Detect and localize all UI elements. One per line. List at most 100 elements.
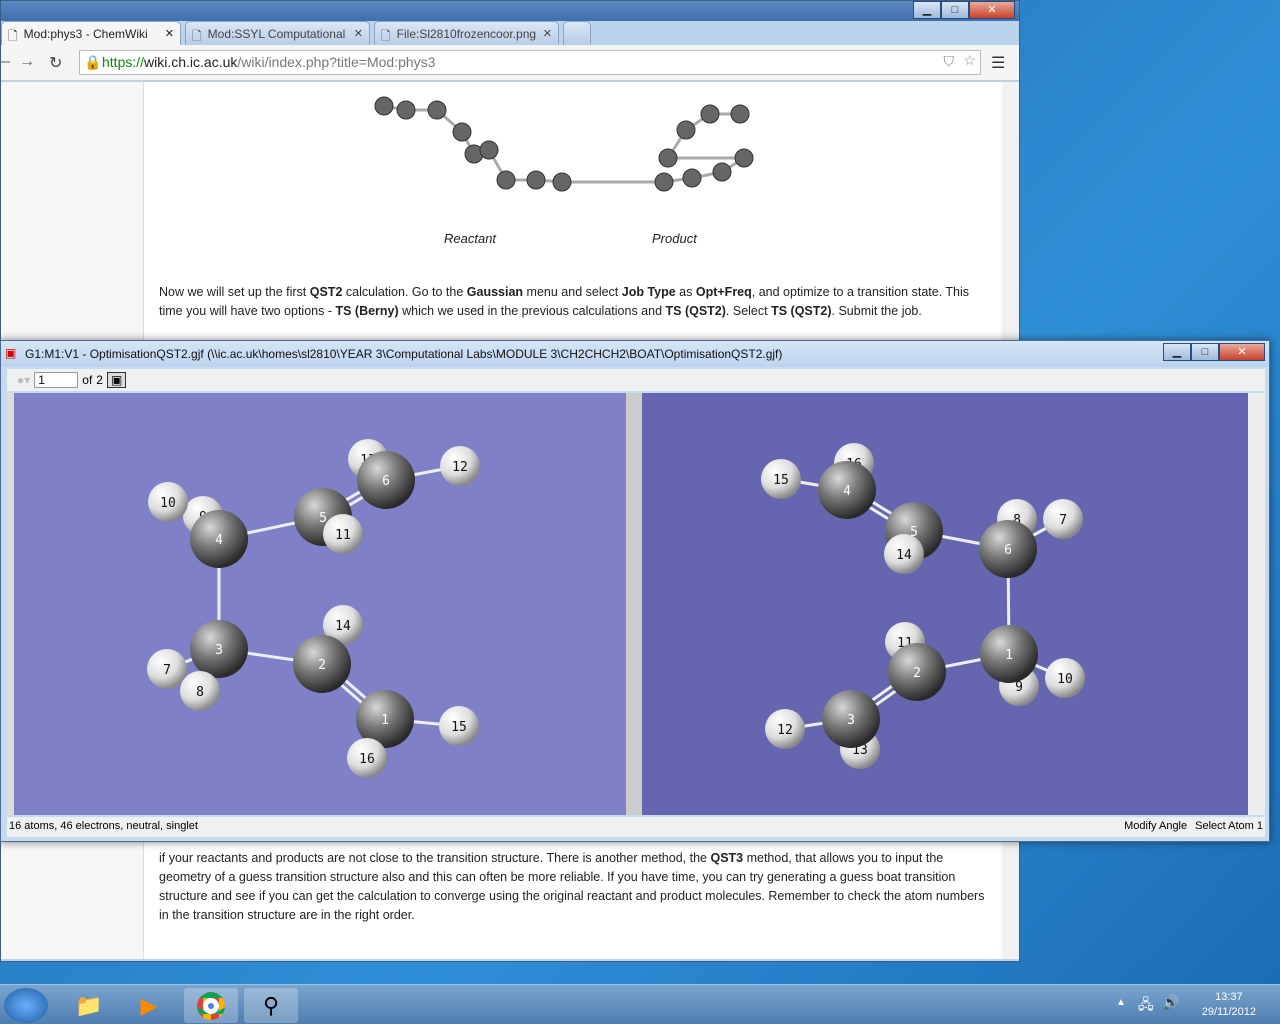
thumb-atom: [496, 170, 516, 190]
thumb-atom: [452, 122, 472, 142]
svg-text:7: 7: [1059, 513, 1067, 528]
tab-file[interactable]: 🗋 File:Sl2810frozencoor.png ✕: [374, 21, 559, 45]
svg-text:15: 15: [773, 473, 789, 488]
svg-text:14: 14: [335, 619, 351, 634]
svg-text:12: 12: [777, 723, 793, 738]
left-atom-12[interactable]: 12: [440, 446, 480, 486]
explorer-icon[interactable]: 📁: [62, 988, 116, 1023]
volume-icon[interactable]: 🔊: [1162, 994, 1179, 1011]
thumb-atom: [712, 162, 732, 182]
gaussview-taskbar-icon[interactable]: ⚲: [244, 988, 298, 1023]
thumb-atom: [676, 120, 696, 140]
left-atom-16[interactable]: 16: [347, 738, 387, 778]
close-tab-icon[interactable]: ✕: [165, 27, 174, 40]
media-player-icon[interactable]: ▶: [122, 988, 176, 1023]
qst3-paragraph: if your reactants and products are not c…: [159, 851, 985, 922]
left-atom-2[interactable]: 2: [293, 635, 351, 693]
maximize-button[interactable]: □: [941, 1, 969, 19]
reactant-caption: Reactant: [444, 231, 497, 246]
svg-text:2: 2: [318, 658, 326, 673]
reaction-image: [374, 96, 754, 192]
gv-maximize-button[interactable]: □: [1191, 343, 1219, 361]
close-tab-icon[interactable]: ✕: [354, 27, 363, 40]
right-atom-1[interactable]: 1: [980, 625, 1038, 683]
thumb-atom: [730, 104, 750, 124]
taskbar: 📁 ▶ ⚲ ▲ 🖧 🔊 13:37 29/11/2012: [0, 984, 1280, 1024]
right-atom-14[interactable]: 14: [884, 534, 924, 574]
left-atom-7[interactable]: 7: [147, 649, 187, 689]
left-atom-4[interactable]: 4: [190, 510, 248, 568]
right-view[interactable]: [642, 393, 1248, 815]
svg-text:10: 10: [1057, 672, 1073, 687]
left-atom-11[interactable]: 11: [323, 514, 363, 554]
thumb-atom: [526, 170, 546, 190]
network-icon[interactable]: 🖧: [1138, 994, 1154, 1018]
left-atom-10[interactable]: 10: [148, 482, 188, 522]
start-button[interactable]: [4, 988, 48, 1023]
tab-ssyl[interactable]: 🗋 Mod:SSYL Computational ✕: [185, 21, 370, 45]
reload-icon[interactable]: ↻: [49, 53, 62, 73]
right-atom-6[interactable]: 6: [979, 520, 1037, 578]
svg-text:12: 12: [452, 460, 468, 475]
right-atom-12[interactable]: 12: [765, 709, 805, 749]
right-atom-15[interactable]: 15: [761, 459, 801, 499]
gv-window-controls: ▁ □ ✕: [1163, 343, 1265, 361]
thumb-atom: [658, 148, 678, 168]
navigation-bar: ‒ → ↻ 🔒 https://wiki.ch.ic.ac.uk/wiki/in…: [1, 45, 1019, 81]
svg-text:2: 2: [913, 666, 921, 681]
molecule-index-spinner[interactable]: 1: [34, 372, 79, 388]
tab-phys3[interactable]: 🗋 Mod:phys3 - ChemWiki ✕: [1, 21, 181, 45]
status-bar: 16 atoms, 46 electrons, neutral, singlet…: [7, 817, 1265, 837]
thumb-atom: [396, 100, 416, 120]
product-caption: Product: [652, 231, 697, 246]
right-atom-10[interactable]: 10: [1045, 658, 1085, 698]
svg-text:4: 4: [215, 533, 223, 548]
svg-text:6: 6: [1004, 543, 1012, 558]
window-controls: ▁ □ ✕: [913, 1, 1015, 19]
gv-close-button[interactable]: ✕: [1219, 343, 1265, 361]
clock[interactable]: 13:37 29/11/2012: [1202, 990, 1256, 1020]
minimize-button[interactable]: ▁: [913, 1, 941, 19]
svg-text:16: 16: [359, 752, 375, 767]
molecule-dot-icon[interactable]: ●▾: [17, 373, 30, 387]
gaussview-window: ▣ G1:M1:V1 - OptimisationQST2.gjf (\\ic.a…: [0, 340, 1270, 842]
page-icon: 🗋: [192, 29, 202, 43]
svg-text:8: 8: [196, 685, 204, 700]
close-button[interactable]: ✕: [969, 1, 1015, 19]
close-tab-icon[interactable]: ✕: [543, 27, 552, 40]
left-atom-15[interactable]: 15: [439, 706, 479, 746]
svg-text:4: 4: [843, 484, 851, 499]
left-atom-6[interactable]: 6: [357, 451, 415, 509]
star-icon[interactable]: ☆: [963, 52, 976, 69]
address-bar[interactable]: 🔒 https://wiki.ch.ic.ac.uk/wiki/index.ph…: [79, 50, 981, 75]
left-view[interactable]: [14, 393, 626, 815]
svg-text:3: 3: [215, 643, 223, 658]
left-atom-8[interactable]: 8: [180, 671, 220, 711]
pane-splitter[interactable]: [626, 393, 642, 815]
svg-text:6: 6: [382, 474, 390, 489]
gv-toolbar: ●▾ 1 of 2 ▣: [7, 369, 1265, 391]
thumb-atom: [734, 148, 754, 168]
menu-icon[interactable]: ☰: [991, 53, 1005, 73]
svg-text:1: 1: [1005, 648, 1013, 663]
right-atom-3[interactable]: 3: [822, 690, 880, 748]
left-atom-3[interactable]: 3: [190, 620, 248, 678]
show-hidden-icons[interactable]: ▲: [1116, 997, 1126, 1008]
thumb-atom: [700, 104, 720, 124]
molecule-views[interactable]: 1396121045111437821161516815451476119211…: [7, 393, 1265, 815]
forward-icon[interactable]: →: [19, 53, 35, 71]
tab-strip: 🗋 Mod:phys3 - ChemWiki ✕ 🗋 Mod:SSYL Computa…: [1, 21, 595, 45]
new-tab-button[interactable]: [563, 21, 591, 45]
gv-minimize-button[interactable]: ▁: [1163, 343, 1191, 361]
view-scrollbar[interactable]: [1248, 393, 1265, 815]
back-icon[interactable]: ‒: [1, 53, 10, 71]
chrome-icon[interactable]: [184, 988, 238, 1023]
view-window-icon[interactable]: ▣: [106, 372, 127, 388]
right-atom-7[interactable]: 7: [1043, 499, 1083, 539]
thumb-atom: [427, 100, 447, 120]
right-atom-4[interactable]: 4: [818, 461, 876, 519]
right-atom-2[interactable]: 2: [888, 643, 946, 701]
thumb-atom: [682, 168, 702, 188]
shield-icon[interactable]: ⛉: [944, 53, 955, 70]
thumb-atom: [654, 172, 674, 192]
